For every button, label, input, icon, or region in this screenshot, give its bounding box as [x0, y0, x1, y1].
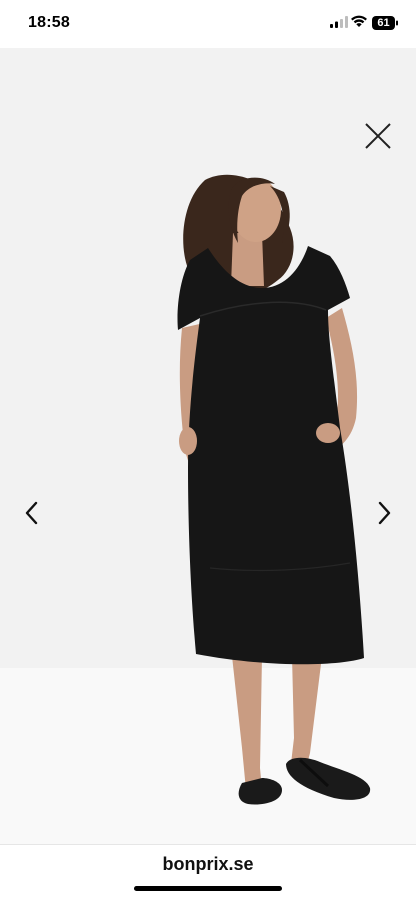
chevron-left-icon[interactable] — [20, 498, 44, 528]
chevron-right-icon[interactable] — [372, 498, 396, 528]
signal-icon — [330, 16, 348, 28]
product-photo — [177, 174, 371, 805]
wifi-icon — [351, 15, 367, 27]
site-url[interactable]: bonprix.se — [0, 854, 416, 875]
close-icon[interactable] — [360, 118, 396, 154]
home-indicator[interactable] — [134, 886, 282, 891]
status-bar: 18:58 61 — [0, 0, 416, 48]
battery-level: 61 — [377, 17, 390, 29]
browser-bottom-bar: bonprix.se — [0, 844, 416, 900]
product-photo-viewer[interactable] — [0, 48, 416, 844]
status-time: 18:58 — [28, 14, 70, 31]
